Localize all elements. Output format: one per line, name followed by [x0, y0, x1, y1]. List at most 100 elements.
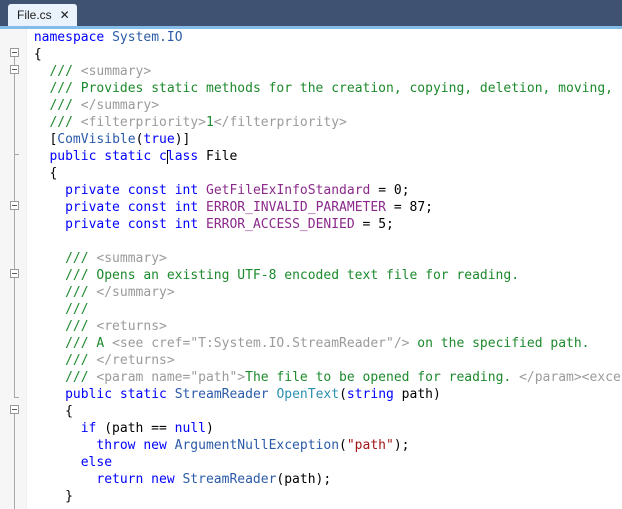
code-token: public: [49, 149, 97, 164]
code-token: <returns>: [96, 319, 167, 334]
outlining-connector: [14, 57, 15, 65]
code-line: /// <summary>: [65, 250, 167, 267]
tab-file-cs[interactable]: File.cs ✕: [8, 4, 77, 26]
code-token: class: [159, 149, 199, 164]
code-token: The file to be opened for reading.: [245, 370, 520, 385]
code-token: =: [354, 217, 379, 232]
code-token: private: [65, 183, 120, 198]
code-line: public static StreamReader OpenText(stri…: [65, 386, 441, 403]
code-line: /// </returns>: [65, 352, 175, 369]
tab-label: File.cs: [17, 8, 52, 22]
code-token: (path ==: [96, 421, 175, 436]
code-token: string: [346, 387, 394, 402]
code-token: return: [96, 472, 144, 487]
code-token: int: [174, 200, 199, 215]
outlining-connector: [14, 414, 15, 509]
code-token: StreamReader: [174, 387, 269, 402]
close-icon[interactable]: ✕: [60, 9, 70, 21]
code-token: static: [119, 387, 167, 402]
outlining-end-tick: [14, 154, 19, 155]
code-line: /// </summary>: [49, 97, 159, 114]
code-token: /// Opens an existing UTF-8 encoded text…: [65, 268, 520, 283]
fold-toggle-1[interactable]: [10, 65, 19, 74]
code-token: 0: [393, 183, 402, 198]
code-token: namespace: [33, 30, 105, 45]
code-line: throw new ArgumentNullException("path");: [96, 437, 409, 454]
code-token: if: [80, 421, 97, 436]
code-token: ;: [386, 217, 394, 232]
code-token: /// Provides static methods for the crea…: [49, 81, 613, 96]
code-token: static: [104, 149, 152, 164]
code-token: ///: [65, 302, 89, 317]
code-token: <filterpriority>: [80, 115, 206, 130]
code-line: /// Opens an existing UTF-8 encoded text…: [65, 267, 519, 284]
code-token: int: [174, 183, 199, 198]
fold-toggle-4[interactable]: [10, 405, 19, 414]
code-token: throw: [96, 438, 136, 453]
code-line: ///: [65, 301, 88, 318]
text-caret: [166, 150, 168, 164]
code-token: new: [143, 438, 167, 453]
code-line: if (path == null): [81, 420, 214, 437]
outlining-end-tick: [14, 397, 19, 398]
code-line: [ComVisible(true)]: [49, 131, 190, 148]
code-token: (path);: [276, 472, 332, 487]
code-line: else: [81, 454, 112, 471]
outlining-margin[interactable]: [0, 29, 26, 509]
code-token: </summary>: [80, 98, 160, 113]
code-token: ///: [65, 251, 97, 266]
code-token: true: [143, 132, 175, 147]
code-token: const: [127, 200, 167, 215]
code-token: (: [339, 387, 347, 402]
code-token: ///: [65, 319, 97, 334]
code-token: const: [127, 217, 167, 232]
code-token: {: [49, 166, 58, 181]
code-token: ERROR_INVALID_PARAMETER: [206, 200, 387, 215]
code-token: =: [386, 200, 410, 215]
fold-toggle-2[interactable]: [10, 201, 19, 210]
outlining-connector: [14, 278, 15, 398]
code-line: private const int GetFileExInfoStandard …: [65, 182, 409, 199]
code-token: StreamReader: [182, 472, 277, 487]
code-editor[interactable]: namespace System.IO{/// <summary>/// Pro…: [0, 29, 622, 509]
outlining-connector: [14, 210, 15, 278]
code-line: }: [65, 488, 73, 505]
code-token: ArgumentNullException: [174, 438, 340, 453]
code-token: {: [65, 404, 73, 419]
code-line: /// </summary>: [65, 284, 175, 301]
code-line: private const int ERROR_ACCESS_DENIED = …: [65, 216, 394, 233]
code-line: {: [34, 46, 42, 63]
code-token: <see cref="T:System.IO.StreamReader"/>: [112, 336, 410, 351]
code-token: public: [65, 387, 113, 402]
code-token: private: [65, 217, 120, 232]
code-token: 5: [378, 217, 387, 232]
code-token: ///: [65, 285, 97, 300]
code-token: private: [65, 200, 120, 215]
code-line: return new StreamReader(path);: [96, 471, 331, 488]
code-token: GetFileExInfoStandard: [206, 183, 371, 198]
code-token: =: [370, 183, 394, 198]
code-line: {: [49, 165, 57, 182]
code-line: /// <summary>: [49, 63, 151, 80]
code-token: ///: [49, 64, 81, 79]
code-line: /// Provides static methods for the crea…: [49, 80, 613, 97]
code-token: ///: [65, 353, 97, 368]
code-text-area[interactable]: namespace System.IO{/// <summary>/// Pro…: [26, 29, 622, 509]
fold-toggle-0[interactable]: [10, 48, 19, 57]
code-token: ERROR_ACCESS_DENIED: [206, 217, 355, 232]
code-token: 87: [409, 200, 426, 215]
fold-toggle-3[interactable]: [10, 269, 19, 278]
code-token: );: [393, 438, 410, 453]
code-token: <summary>: [80, 64, 152, 79]
code-token: File: [206, 149, 238, 164]
